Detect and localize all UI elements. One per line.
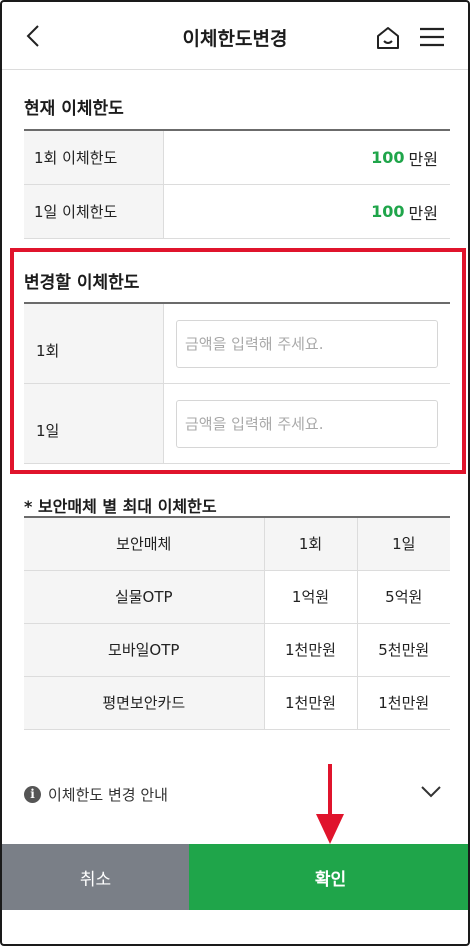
column-header: 1일 <box>357 516 450 571</box>
change-limit-cell <box>164 384 450 463</box>
current-limit-table: 1회 이체한도 100 만원 1일 이체한도 100 만원 <box>24 129 450 239</box>
table-row: 평면보안카드 1천만원 1천만원 <box>24 676 450 730</box>
confirm-button[interactable]: 확인 <box>189 844 468 910</box>
daily-amount-input[interactable] <box>176 399 438 448</box>
info-text: 이체한도 변경 안내 <box>48 785 168 804</box>
table-header-row: 보안매체 1회 1일 <box>24 516 450 571</box>
table-cell: 5천만원 <box>357 623 450 677</box>
table-row: 실물OTP 1억원 5억원 <box>24 570 450 624</box>
current-limit-amount: 100 <box>371 202 405 221</box>
security-limits-title: * 보안매체 별 최대 이체한도 <box>24 497 217 516</box>
hamburger-menu-icon[interactable] <box>418 26 446 48</box>
table-row: 모바일OTP 1천만원 5천만원 <box>24 623 450 677</box>
per-transaction-amount-input[interactable] <box>176 319 438 368</box>
current-limit-value: 100 만원 <box>164 185 450 238</box>
column-header: 1회 <box>264 516 358 571</box>
chevron-down-icon[interactable] <box>420 784 442 800</box>
table-row: 1회 <box>24 304 450 384</box>
table-cell: 1천만원 <box>357 676 450 730</box>
current-limit-label: 1일 이체한도 <box>24 185 164 238</box>
table-cell: 1천만원 <box>264 676 358 730</box>
current-limit-unit: 만원 <box>408 149 438 169</box>
header: 이체한도변경 <box>2 2 468 70</box>
app-frame: 이체한도변경 현재 이체한도 1회 이체한도 100 만원 1일 이체한도 10… <box>0 0 470 946</box>
change-limit-title: 변경할 이체한도 <box>24 273 140 293</box>
current-limit-unit: 만원 <box>408 203 438 223</box>
table-row: 1회 이체한도 100 만원 <box>24 131 450 185</box>
current-limit-label: 1회 이체한도 <box>24 131 164 184</box>
limit-change-info-toggle[interactable]: i 이체한도 변경 안내 <box>24 782 450 806</box>
table-cell: 1천만원 <box>264 623 358 677</box>
table-cell: 모바일OTP <box>24 623 265 677</box>
security-limits-table: 보안매체 1회 1일 실물OTP 1억원 5억원 모바일OTP 1천만원 5천만… <box>24 516 450 730</box>
table-cell: 실물OTP <box>24 570 265 624</box>
change-limit-cell <box>164 304 450 383</box>
table-cell: 5억원 <box>357 570 450 624</box>
arrow-down-icon <box>316 764 344 844</box>
table-row: 1일 <box>24 384 450 464</box>
change-limit-label: 1회 <box>24 304 164 383</box>
current-limit-title: 현재 이체한도 <box>24 99 124 119</box>
current-limit-value: 100 만원 <box>164 131 450 184</box>
change-limit-table: 1회 1일 <box>24 302 450 464</box>
current-limit-amount: 100 <box>371 148 405 167</box>
change-limit-label: 1일 <box>24 384 164 463</box>
cancel-button[interactable]: 취소 <box>2 844 189 910</box>
info-icon: i <box>24 785 41 803</box>
table-cell: 평면보안카드 <box>24 676 265 730</box>
table-cell: 1억원 <box>264 570 358 624</box>
home-icon[interactable] <box>374 24 402 52</box>
column-header: 보안매체 <box>24 516 265 571</box>
table-row: 1일 이체한도 100 만원 <box>24 185 450 239</box>
